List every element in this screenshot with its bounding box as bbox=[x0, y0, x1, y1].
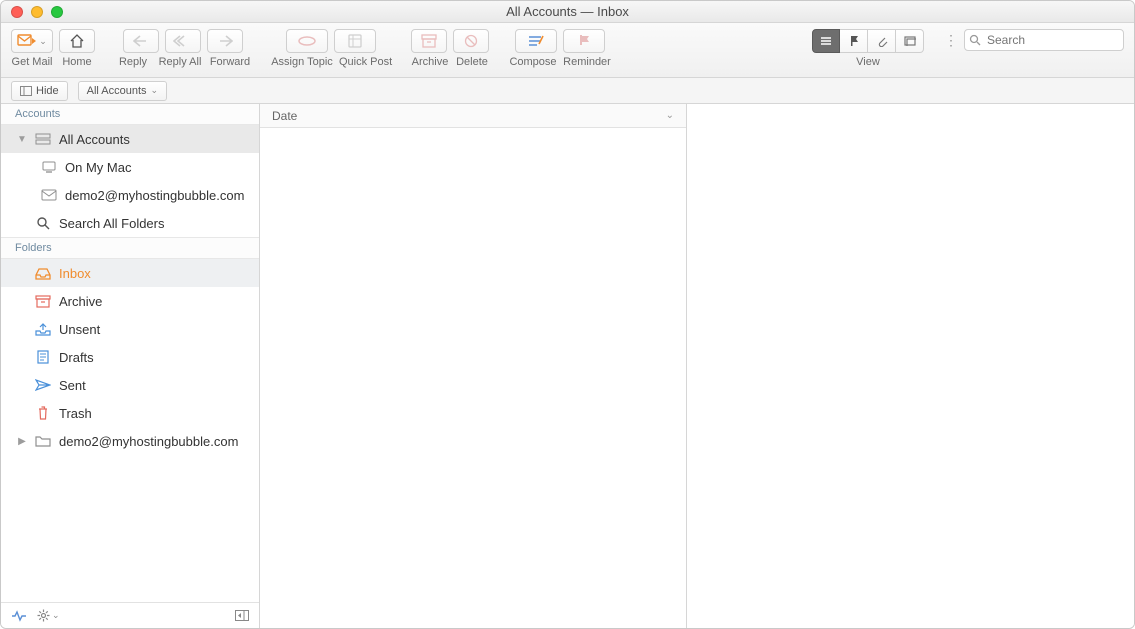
sidebar-item-label: Search All Folders bbox=[59, 216, 165, 231]
sidebar-item-demo2-account[interactable]: demo2@myhostingbubble.com bbox=[1, 181, 259, 209]
reply-label: Reply bbox=[115, 56, 151, 68]
sidebar-item-label: demo2@myhostingbubble.com bbox=[65, 188, 244, 203]
sidebar-item-label: Archive bbox=[59, 294, 102, 309]
reminder-button[interactable] bbox=[563, 29, 605, 53]
search-icon bbox=[969, 34, 981, 46]
delete-label: Delete bbox=[455, 56, 489, 68]
sidebar-item-account-folder[interactable]: ▶ demo2@myhostingbubble.com bbox=[1, 427, 259, 455]
quick-post-button[interactable] bbox=[334, 29, 376, 53]
disclosure-triangle-icon[interactable]: ▼ bbox=[17, 134, 27, 145]
get-mail-button[interactable]: ⌄ bbox=[11, 29, 53, 53]
envelope-icon bbox=[41, 189, 57, 201]
get-mail-label: Get Mail bbox=[11, 56, 53, 68]
sidebar-item-label: demo2@myhostingbubble.com bbox=[59, 434, 238, 449]
trash-icon bbox=[35, 406, 51, 420]
sidebar-item-label: Sent bbox=[59, 378, 86, 393]
preview-pane bbox=[687, 104, 1134, 628]
toggle-pane-icon[interactable] bbox=[235, 610, 249, 621]
forward-button[interactable] bbox=[207, 29, 243, 53]
reply-button[interactable] bbox=[123, 29, 159, 53]
window-title: All Accounts — Inbox bbox=[1, 4, 1134, 19]
archive-button[interactable] bbox=[411, 29, 447, 53]
app-window: All Accounts — Inbox ⌄ Get Mail Home bbox=[0, 0, 1135, 629]
toolbar: ⌄ Get Mail Home Reply Reply All Forward bbox=[1, 23, 1134, 78]
date-column-label: Date bbox=[272, 109, 297, 123]
view-window-mode[interactable] bbox=[896, 29, 924, 53]
sidebar-footer: ⌄ bbox=[1, 602, 259, 628]
archive-label: Archive bbox=[411, 56, 449, 68]
sidebar-item-label: Drafts bbox=[59, 350, 94, 365]
hide-sidebar-button[interactable]: Hide bbox=[11, 81, 68, 101]
delete-button[interactable] bbox=[453, 29, 489, 53]
sidebar-item-label: Unsent bbox=[59, 322, 100, 337]
inbox-icon bbox=[35, 267, 51, 280]
search-input[interactable] bbox=[964, 29, 1124, 51]
view-attachment-mode[interactable] bbox=[868, 29, 896, 53]
accounts-icon bbox=[35, 132, 51, 146]
search-container: ⋮ bbox=[944, 29, 1124, 51]
sent-icon bbox=[35, 379, 51, 391]
sidebar-item-all-accounts[interactable]: ▼ All Accounts bbox=[1, 125, 259, 153]
search-icon bbox=[35, 216, 51, 230]
sidebar-item-label: Trash bbox=[59, 406, 92, 421]
reply-all-label: Reply All bbox=[157, 56, 203, 68]
disclosure-triangle-icon[interactable]: ▶ bbox=[17, 436, 27, 447]
home-button[interactable] bbox=[59, 29, 95, 53]
sidebar-item-trash[interactable]: ▼ Trash bbox=[1, 399, 259, 427]
view-segmented-control bbox=[812, 29, 924, 53]
sidebar-item-label: On My Mac bbox=[65, 160, 131, 175]
view-label: View bbox=[856, 56, 880, 68]
search-menu-icon[interactable]: ⋮ bbox=[944, 32, 958, 49]
gear-icon[interactable]: ⌄ bbox=[37, 609, 60, 622]
archive-icon bbox=[35, 295, 51, 308]
compose-button[interactable] bbox=[515, 29, 557, 53]
home-label: Home bbox=[59, 56, 95, 68]
content-area: Accounts ▼ All Accounts On My Mac demo2@… bbox=[1, 104, 1134, 628]
sidebar-item-archive[interactable]: ▼ Archive bbox=[1, 287, 259, 315]
forward-label: Forward bbox=[209, 56, 251, 68]
assign-topic-label: Assign Topic bbox=[271, 56, 333, 68]
message-list-body bbox=[260, 128, 686, 628]
sidebar-item-label: Inbox bbox=[59, 266, 91, 281]
folders-header: Folders bbox=[1, 237, 259, 259]
scope-dropdown[interactable]: All Accounts ⌄ bbox=[78, 81, 167, 101]
scope-label: All Accounts bbox=[87, 85, 147, 97]
assign-topic-button[interactable] bbox=[286, 29, 328, 53]
message-list-pane: Date ⌄ bbox=[260, 104, 687, 628]
folder-icon bbox=[35, 435, 51, 447]
sidebar-item-search-all[interactable]: ▼ Search All Folders bbox=[1, 209, 259, 237]
sidebar-item-on-my-mac[interactable]: On My Mac bbox=[1, 153, 259, 181]
accounts-header: Accounts bbox=[1, 104, 259, 125]
sidebar-item-unsent[interactable]: ▼ Unsent bbox=[1, 315, 259, 343]
reminder-label: Reminder bbox=[563, 56, 611, 68]
view-list-mode[interactable] bbox=[812, 29, 840, 53]
outbox-icon bbox=[35, 323, 51, 336]
compose-label: Compose bbox=[509, 56, 557, 68]
sidebar-item-drafts[interactable]: ▼ Drafts bbox=[1, 343, 259, 371]
sidebar: Accounts ▼ All Accounts On My Mac demo2@… bbox=[1, 104, 260, 628]
reply-all-button[interactable] bbox=[165, 29, 201, 53]
sort-chevron-icon[interactable]: ⌄ bbox=[666, 110, 674, 121]
computer-icon bbox=[41, 160, 57, 174]
titlebar: All Accounts — Inbox bbox=[1, 1, 1134, 23]
sidebar-item-inbox[interactable]: ▼ Inbox bbox=[1, 259, 259, 287]
activity-icon[interactable] bbox=[11, 610, 27, 622]
quick-post-label: Quick Post bbox=[339, 56, 391, 68]
filter-bar: Hide All Accounts ⌄ bbox=[1, 78, 1134, 104]
sidebar-item-label: All Accounts bbox=[59, 132, 130, 147]
drafts-icon bbox=[35, 350, 51, 364]
list-column-header[interactable]: Date ⌄ bbox=[260, 104, 686, 128]
view-flag-mode[interactable] bbox=[840, 29, 868, 53]
hide-label: Hide bbox=[36, 85, 59, 97]
sidebar-item-sent[interactable]: ▼ Sent bbox=[1, 371, 259, 399]
